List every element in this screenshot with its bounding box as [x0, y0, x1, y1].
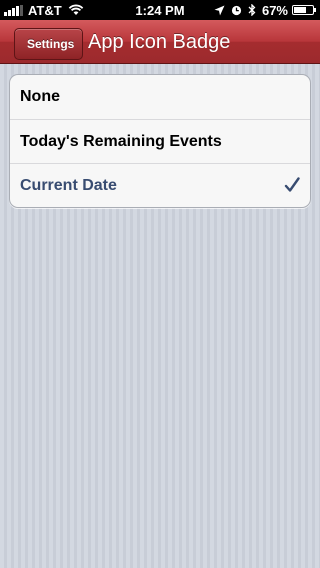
- battery-percentage: 67%: [261, 2, 288, 18]
- option-label: None: [20, 88, 60, 105]
- option-none[interactable]: None: [10, 75, 310, 119]
- page-title: App Icon Badge: [88, 31, 231, 53]
- back-button-label: Settings: [27, 37, 75, 51]
- option-label: Today's Remaining Events: [20, 132, 222, 150]
- badge-options-list: None Today's Remaining Events Current Da…: [9, 74, 311, 208]
- alarm-clock-icon: [231, 5, 242, 15]
- battery-icon: [292, 5, 316, 15]
- bluetooth-icon: [248, 4, 256, 16]
- option-label: Current Date: [20, 176, 117, 194]
- navigation-bar: Settings App Icon Badge: [0, 20, 320, 64]
- location-arrow-icon: [214, 5, 225, 15]
- battery-fill: [294, 7, 306, 13]
- status-bar: AT&T 1:24 PM 67%: [0, 0, 320, 20]
- option-current-date[interactable]: Current Date: [10, 163, 310, 207]
- back-button-settings[interactable]: Settings: [14, 28, 84, 60]
- checkmark-icon: [284, 177, 300, 192]
- option-todays-remaining-events[interactable]: Today's Remaining Events: [10, 119, 310, 163]
- status-right: 67%: [208, 2, 316, 18]
